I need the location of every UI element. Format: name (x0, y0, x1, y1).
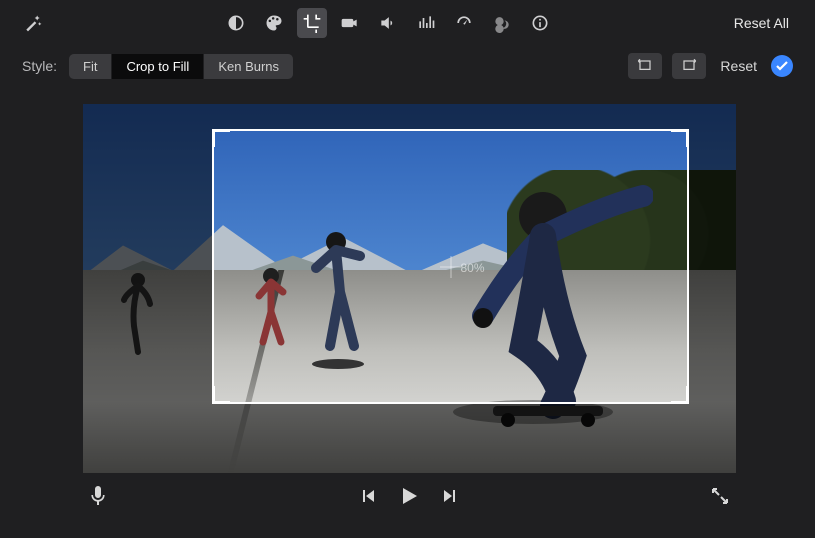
equalizer-icon[interactable] (411, 8, 441, 38)
speed-icon[interactable] (449, 8, 479, 38)
style-segmented-control: Fit Crop to Fill Ken Burns (69, 54, 293, 79)
crop-handle-tr[interactable] (671, 129, 689, 147)
style-option-crop-to-fill[interactable]: Crop to Fill (112, 54, 204, 79)
filters-icon[interactable] (487, 8, 517, 38)
skater-far (116, 262, 162, 362)
style-right-controls: Reset (628, 53, 793, 79)
volume-icon[interactable] (373, 8, 403, 38)
reset-button[interactable]: Reset (716, 54, 761, 78)
style-option-fit[interactable]: Fit (69, 54, 112, 79)
reset-all-button[interactable]: Reset All (728, 11, 795, 35)
checkmark-icon (776, 61, 788, 71)
style-row: Style: Fit Crop to Fill Ken Burns Reset (0, 46, 815, 86)
video-viewer: 80% (83, 104, 736, 473)
info-icon[interactable] (525, 8, 555, 38)
apply-button[interactable] (771, 55, 793, 77)
crop-box[interactable]: 80% (212, 129, 689, 404)
play-icon[interactable] (398, 485, 420, 507)
style-option-ken-burns[interactable]: Ken Burns (204, 54, 293, 79)
crop-handle-bl[interactable] (212, 386, 230, 404)
rotate-cw-icon[interactable] (672, 53, 706, 79)
skip-forward-icon[interactable] (442, 488, 458, 504)
magic-wand-icon[interactable] (18, 8, 48, 38)
playback-controls (360, 485, 458, 507)
contrast-icon[interactable] (221, 8, 251, 38)
skip-back-icon[interactable] (360, 488, 376, 504)
camera-icon[interactable] (335, 8, 365, 38)
crop-handle-br[interactable] (671, 386, 689, 404)
adjustment-tools (221, 8, 555, 38)
style-label: Style: (22, 58, 57, 74)
microphone-icon[interactable] (89, 485, 107, 507)
crop-center-cross (440, 256, 462, 278)
crop-handle-tl[interactable] (212, 129, 230, 147)
playback-bar (83, 476, 736, 516)
rotate-ccw-icon[interactable] (628, 53, 662, 79)
crop-percent-label: 80% (461, 261, 485, 275)
top-toolbar: Reset All (0, 0, 815, 46)
fullscreen-icon[interactable] (710, 486, 730, 506)
palette-icon[interactable] (259, 8, 289, 38)
crop-icon[interactable] (297, 8, 327, 38)
